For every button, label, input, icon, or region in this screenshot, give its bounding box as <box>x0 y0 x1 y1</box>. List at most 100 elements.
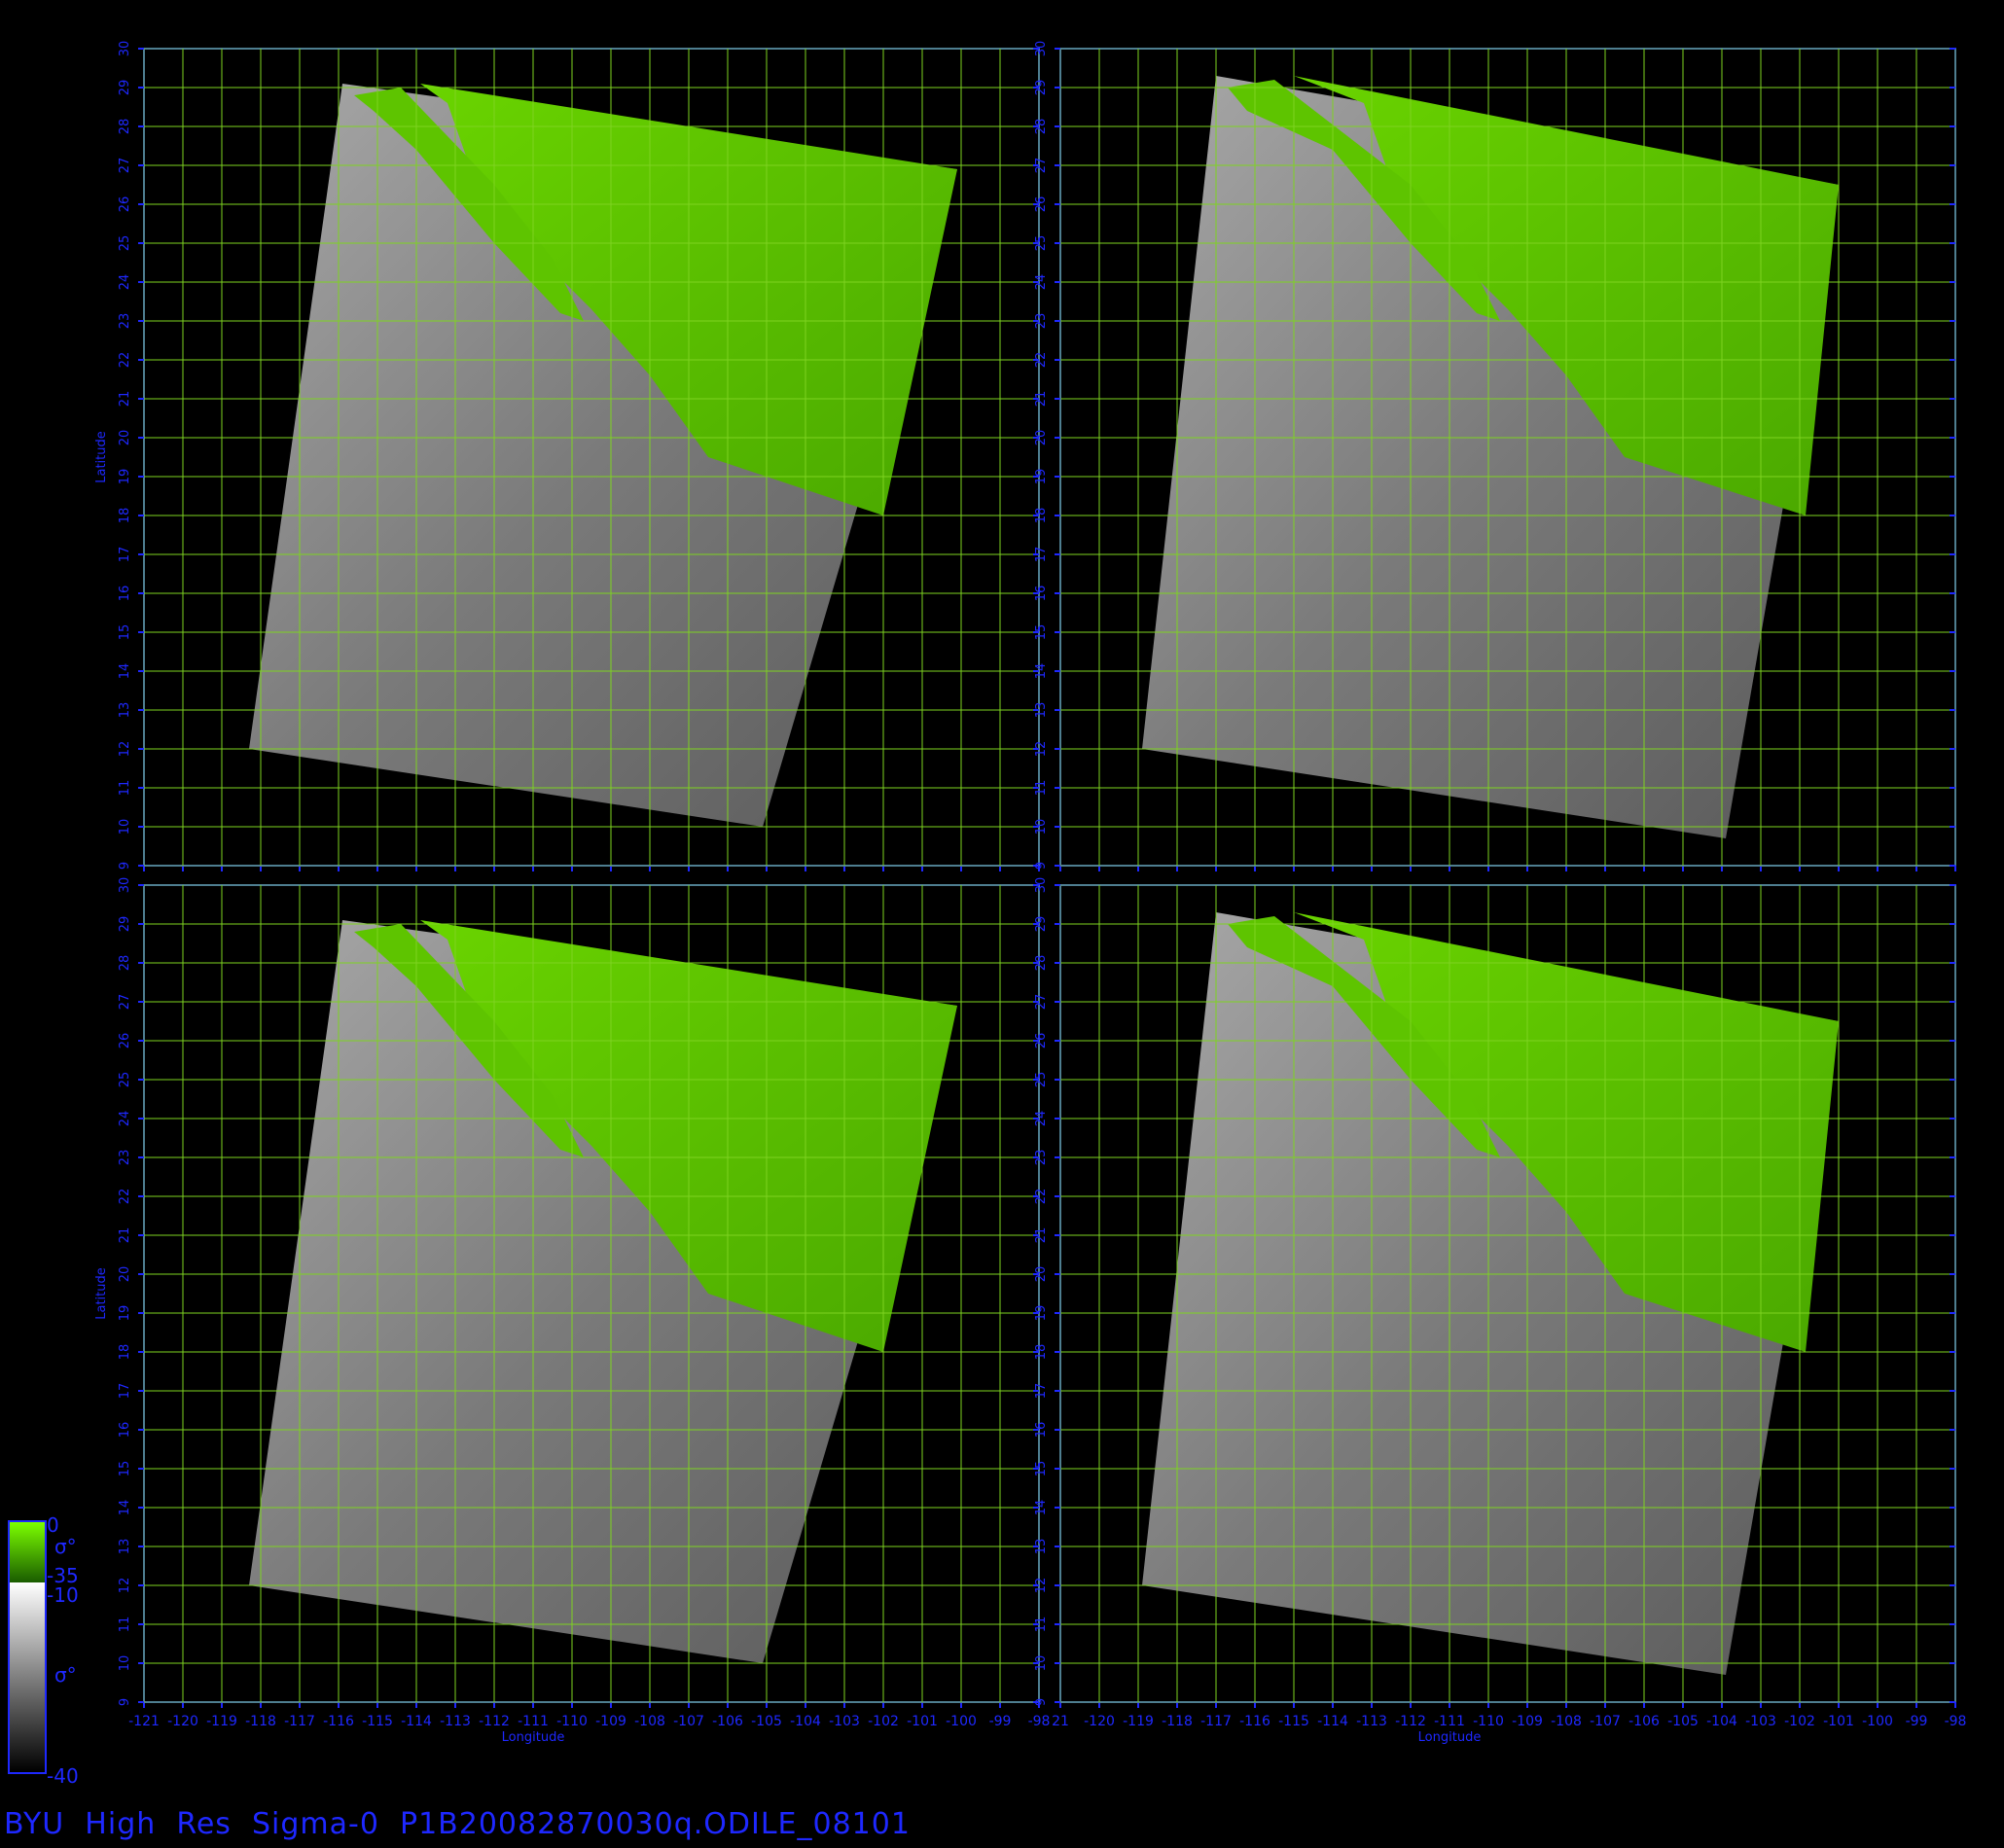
lat-tick-label: 24 <box>1034 274 1049 291</box>
lat-tick-label: 14 <box>118 1500 132 1516</box>
lat-tick-label: 21 <box>118 1227 132 1244</box>
lat-tick-label: 13 <box>1034 1539 1049 1555</box>
lat-tick-label: 15 <box>1034 624 1049 641</box>
lat-tick-label: 12 <box>1034 1578 1049 1594</box>
lat-tick-label: 21 <box>1034 1227 1049 1244</box>
lat-tick-label: 23 <box>1034 313 1049 330</box>
lat-tick-label: 27 <box>118 158 132 174</box>
lat-tick-label: 29 <box>1034 916 1049 933</box>
lat-tick-label: 26 <box>1034 1033 1049 1049</box>
lon-tick-label: -115 <box>362 1714 393 1729</box>
lat-tick-label: 23 <box>118 313 132 330</box>
lat-tick-label: 22 <box>118 1189 132 1205</box>
lat-tick-label: 30 <box>1034 41 1049 57</box>
lon-tick-label: -104 <box>1706 1714 1737 1729</box>
lat-tick-label: 18 <box>1034 1344 1049 1361</box>
lon-tick-label: -114 <box>401 1714 432 1729</box>
lat-tick-label: 20 <box>118 1266 132 1283</box>
y-axis-label: Latitude <box>94 1267 109 1320</box>
lon-tick-label: -105 <box>751 1714 782 1729</box>
ocean-colorbar <box>10 1582 45 1772</box>
lon-tick-label: -100 <box>946 1714 977 1729</box>
lat-tick-label: 19 <box>1034 469 1049 485</box>
lat-tick-label: 11 <box>118 780 132 797</box>
lat-tick-label: 10 <box>118 819 132 835</box>
lon-tick-label: -107 <box>673 1714 704 1729</box>
x-axis-label: Longitude <box>502 1730 565 1745</box>
lat-tick-label: 29 <box>1034 80 1049 96</box>
lat-tick-label: 10 <box>1034 1655 1049 1672</box>
lat-tick-label: 27 <box>118 994 132 1011</box>
lon-tick-label: -102 <box>868 1714 899 1729</box>
lon-tick-label: -111 <box>1434 1714 1465 1729</box>
lat-tick-label: 9 <box>118 1698 132 1706</box>
lon-tick-label: -98 <box>1945 1714 1967 1729</box>
lat-tick-label: 18 <box>118 1344 132 1361</box>
lon-tick-label: -104 <box>790 1714 821 1729</box>
lat-tick-label: 9 <box>1034 862 1049 870</box>
lat-tick-label: 14 <box>1034 1500 1049 1516</box>
lat-tick-label: 16 <box>118 1422 132 1439</box>
lat-tick-label: 28 <box>118 119 132 135</box>
lat-tick-label: 21 <box>118 391 132 408</box>
lon-tick-label: -107 <box>1590 1714 1621 1729</box>
lat-tick-label: 25 <box>1034 235 1049 252</box>
lon-tick-label: -120 <box>1084 1714 1115 1729</box>
lon-tick-label: -98 <box>1028 1714 1051 1729</box>
figure-title: BYU High Res Sigma-0 P1B20082870030q.ODI… <box>4 1807 911 1841</box>
lat-tick-label: 26 <box>118 196 132 213</box>
lon-tick-label: -116 <box>1239 1714 1270 1729</box>
lon-tick-label: -112 <box>479 1714 510 1729</box>
lon-tick-label: -112 <box>1395 1714 1426 1729</box>
map-panel-top-right: 9 10 11 12 13 14 15 16 17 18 19 20 21 22 23 24 25 26 27 28 2… <box>1034 41 1956 871</box>
lat-tick-label: 20 <box>1034 1266 1049 1283</box>
lat-tick-label: 29 <box>118 80 132 96</box>
lat-tick-label: 10 <box>1034 819 1049 835</box>
lat-tick-label: 9 <box>1034 1698 1049 1706</box>
lon-tick-label: -113 <box>440 1714 471 1729</box>
lat-tick-label: 29 <box>118 916 132 933</box>
lon-tick-label: -113 <box>1356 1714 1387 1729</box>
lat-tick-label: 14 <box>1034 663 1049 680</box>
lat-tick-label: 18 <box>1034 508 1049 524</box>
map-panel-bottom-right: 9 10 11 12 13 14 15 16 17 18 19 20 21 22 23 24 25 26 27 28 2… <box>1034 877 1966 1745</box>
lat-tick-label: 25 <box>118 235 132 252</box>
lat-tick-label: 30 <box>118 877 132 894</box>
lon-tick-label: -108 <box>1551 1714 1582 1729</box>
lat-tick-label: 21 <box>1034 391 1049 408</box>
lat-tick-label: 13 <box>118 702 132 719</box>
lon-tick-label: 21 <box>1052 1714 1069 1729</box>
legend-ocean-bottom: -40 <box>47 1764 79 1788</box>
lon-tick-label: -119 <box>1123 1714 1154 1729</box>
lon-tick-label: -116 <box>323 1714 354 1729</box>
lat-tick-label: 13 <box>118 1539 132 1555</box>
lon-tick-label: -117 <box>1200 1714 1232 1729</box>
lat-tick-label: 28 <box>1034 119 1049 135</box>
lat-tick-label: 27 <box>1034 994 1049 1011</box>
sigma0-map-figure: 9 10 11 12 13 14 15 16 17 18 19 20 21 22 23 24 25 26 27 28 2… <box>94 41 1966 1745</box>
legend-land-top: 0 <box>47 1513 59 1537</box>
lat-tick-label: 26 <box>1034 196 1049 213</box>
lat-tick-label: 26 <box>118 1033 132 1049</box>
lat-tick-label: 11 <box>1034 780 1049 797</box>
lat-tick-label: 17 <box>118 1383 132 1400</box>
lat-tick-label: 24 <box>118 1111 132 1127</box>
lon-tick-label: -115 <box>1278 1714 1309 1729</box>
lon-tick-label: -99 <box>1906 1714 1928 1729</box>
lat-tick-label: 22 <box>118 352 132 369</box>
lat-tick-label: 30 <box>118 41 132 57</box>
lat-tick-label: 17 <box>1034 547 1049 563</box>
lon-tick-label: -108 <box>634 1714 665 1729</box>
lon-tick-label: -121 <box>128 1714 160 1729</box>
lat-tick-label: 15 <box>118 1461 132 1477</box>
lon-tick-label: -105 <box>1667 1714 1699 1729</box>
lon-tick-label: -114 <box>1317 1714 1348 1729</box>
lat-tick-label: 10 <box>118 1655 132 1672</box>
lat-tick-label: 15 <box>118 624 132 641</box>
lat-tick-label: 23 <box>1034 1150 1049 1166</box>
legend-ocean-sigma: σ° <box>54 1663 77 1687</box>
lat-tick-label: 25 <box>118 1072 132 1088</box>
lat-tick-label: 9 <box>118 862 132 870</box>
lon-tick-label: -100 <box>1862 1714 1893 1729</box>
lat-tick-label: 11 <box>1034 1617 1049 1633</box>
